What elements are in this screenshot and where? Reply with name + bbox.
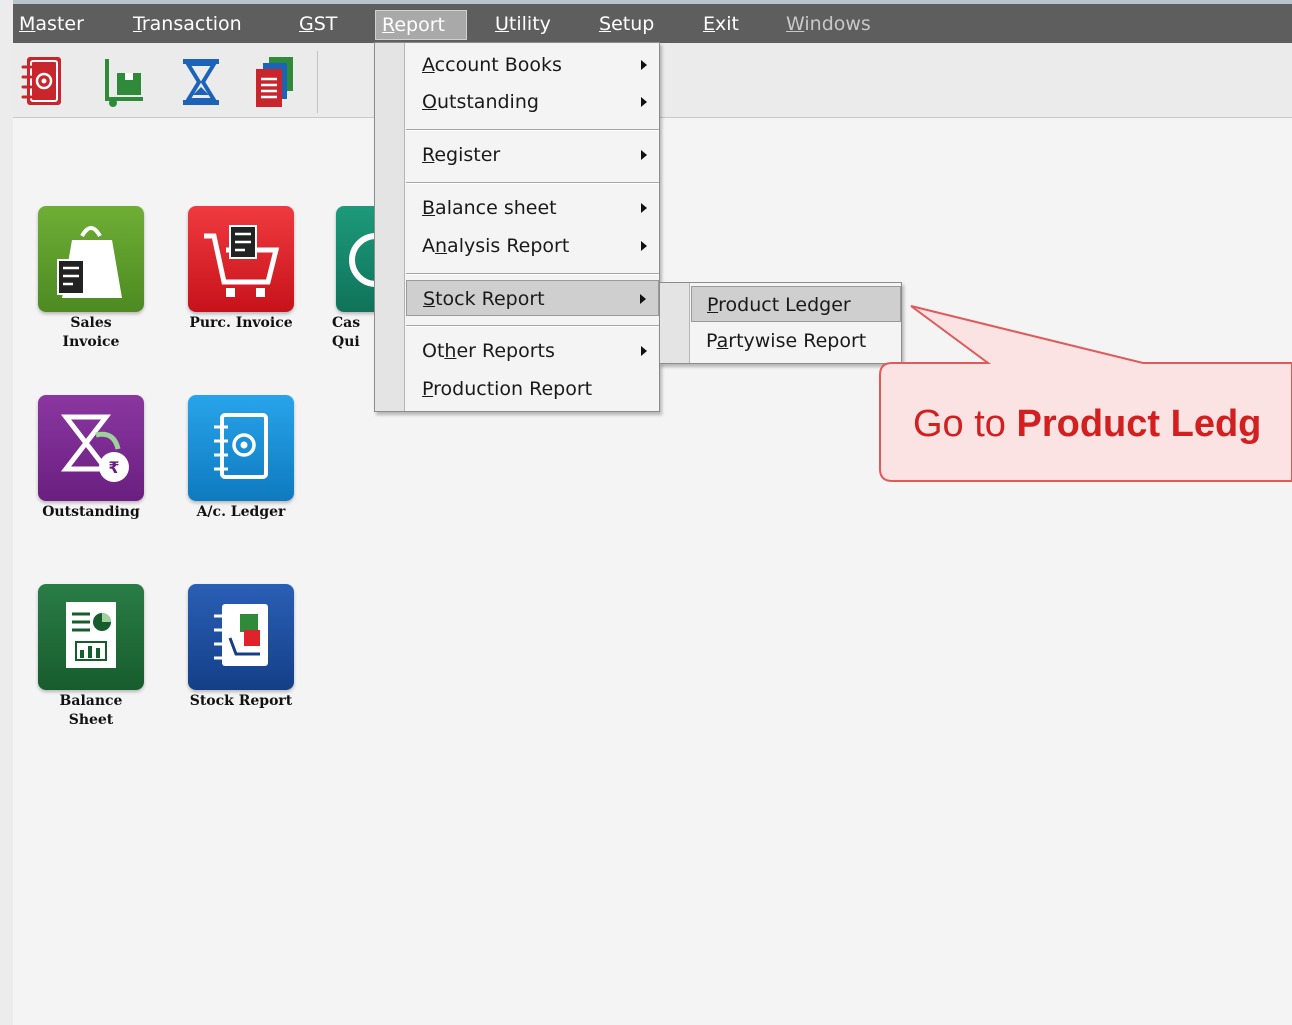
balance-sheet-tile[interactable] — [38, 584, 144, 690]
application-window: Master Transaction GST Report Utility Se… — [13, 0, 1292, 1025]
stock-report-tile[interactable] — [188, 584, 294, 690]
balance-sheet-label: Balance Sheet — [59, 693, 123, 728]
ac-ledger-label: A/c. Ledger — [196, 504, 286, 520]
stock-report-icon — [188, 604, 294, 690]
window-left-edge — [0, 0, 13, 1025]
stock-report-label: Stock Report — [189, 693, 293, 709]
balance-sheet-icon — [38, 602, 144, 690]
callout-text: Go to Product Ledg — [913, 403, 1262, 445]
outstanding-label: Outstanding — [42, 504, 140, 520]
